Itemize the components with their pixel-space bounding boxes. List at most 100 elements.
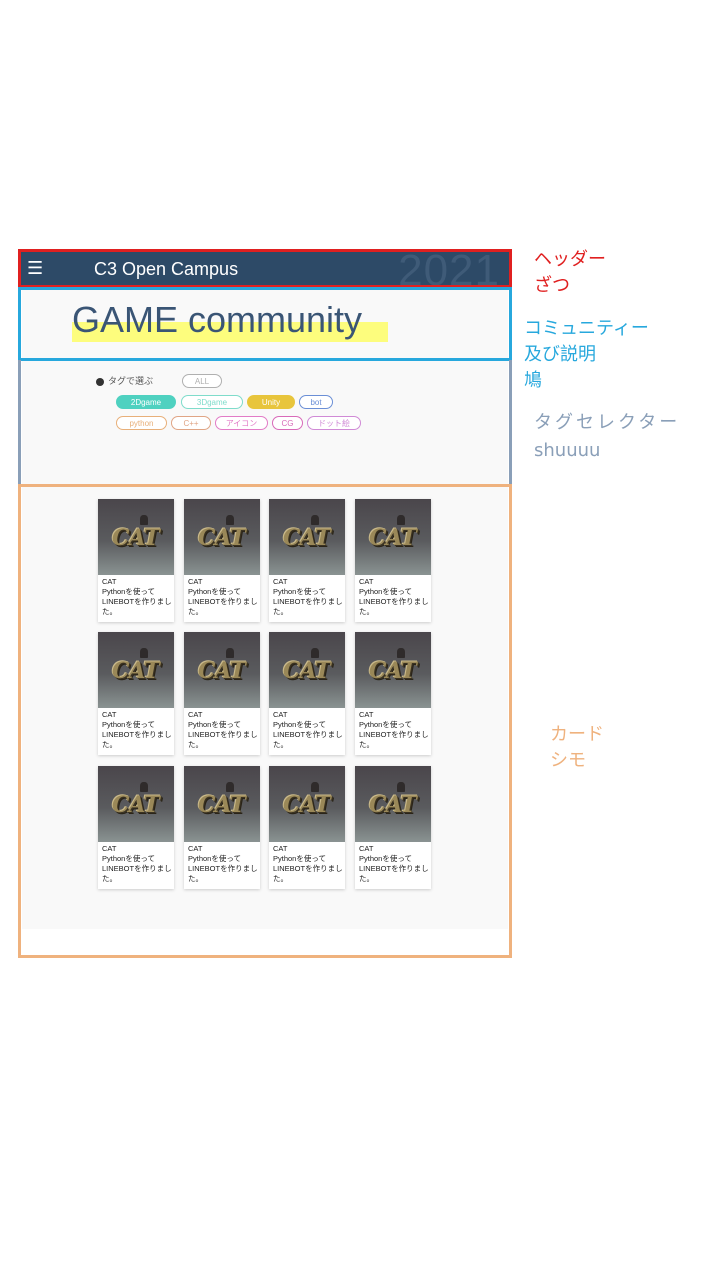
cat-silhouette-icon [226, 782, 234, 792]
header-year: 2021 [398, 252, 500, 286]
hamburger-menu-icon[interactable]: ☰ [27, 256, 43, 280]
card-title: CAT [359, 844, 374, 853]
card-title: CAT [273, 844, 288, 853]
thumbnail-logo-text: CAT [369, 525, 417, 551]
card-title: CAT [188, 710, 203, 719]
card-title: CAT [359, 577, 374, 586]
project-card[interactable]: CAT CAT Pythonを使ってLINEBOTを作りました。 [269, 499, 345, 622]
community-note-line: コミュニティー [524, 318, 649, 339]
cat-silhouette-icon [311, 515, 319, 525]
project-card[interactable]: CAT CAT Pythonを使ってLINEBOTを作りました。 [269, 766, 345, 889]
project-card[interactable]: CAT CAT Pythonを使ってLINEBOTを作りました。 [269, 632, 345, 755]
card-description: Pythonを使ってLINEBOTを作りました。 [359, 720, 429, 749]
card-title: CAT [102, 844, 117, 853]
card-title: CAT [102, 577, 117, 586]
community-note-line: 及び説明 [524, 344, 596, 365]
thumbnail-logo-text: CAT [198, 525, 246, 551]
card-text: CAT Pythonを使ってLINEBOTを作りました。 [102, 844, 172, 884]
card-description: Pythonを使ってLINEBOTを作りました。 [273, 587, 343, 616]
project-card[interactable]: CAT CAT Pythonを使ってLINEBOTを作りました。 [355, 766, 431, 889]
tag-bot[interactable]: bot [299, 395, 333, 409]
tag-unity[interactable]: Unity [247, 395, 295, 409]
card-title: CAT [188, 577, 203, 586]
project-card[interactable]: CAT CAT Pythonを使ってLINEBOTを作りました。 [184, 766, 260, 889]
card-description: Pythonを使ってLINEBOTを作りました。 [102, 587, 172, 616]
tag-3dgame[interactable]: 3Dgame [181, 395, 243, 409]
card-text: CAT Pythonを使ってLINEBOTを作りました。 [102, 710, 172, 750]
card-thumbnail: CAT [269, 632, 345, 708]
cards-note: カード シモ [550, 722, 604, 774]
card-thumbnail: CAT [184, 499, 260, 575]
cat-silhouette-icon [397, 515, 405, 525]
tag-all[interactable]: ALL [182, 374, 222, 388]
cat-silhouette-icon [311, 648, 319, 658]
bullet-icon [96, 377, 104, 386]
community-title: GAME community [72, 299, 363, 340]
cat-silhouette-icon [226, 515, 234, 525]
card-thumbnail: CAT [355, 499, 431, 575]
cat-silhouette-icon [397, 648, 405, 658]
thumbnail-logo-text: CAT [198, 658, 246, 684]
card-text: CAT Pythonを使ってLINEBOTを作りました。 [188, 577, 258, 617]
card-text: CAT Pythonを使ってLINEBOTを作りました。 [102, 577, 172, 617]
card-title: CAT [188, 844, 203, 853]
thumbnail-logo-text: CAT [369, 658, 417, 684]
tags-note-line: shuuuu [534, 440, 601, 461]
tag-selector-heading: タグで選ぶ [96, 375, 153, 387]
header-note-line: ざつ [534, 275, 570, 296]
card-description: Pythonを使ってLINEBOTを作りました。 [188, 720, 258, 749]
cards-note-line: カード [550, 724, 604, 745]
tag-アイコン[interactable]: アイコン [215, 416, 268, 430]
tags-note: タグセレクター shuuuu [534, 409, 680, 465]
card-text: CAT Pythonを使ってLINEBOTを作りました。 [188, 844, 258, 884]
project-card[interactable]: CAT CAT Pythonを使ってLINEBOTを作りました。 [98, 766, 174, 889]
project-card[interactable]: CAT CAT Pythonを使ってLINEBOTを作りました。 [184, 499, 260, 622]
project-card[interactable]: CAT CAT Pythonを使ってLINEBOTを作りました。 [355, 499, 431, 622]
cat-silhouette-icon [140, 515, 148, 525]
tag-python[interactable]: python [116, 416, 167, 430]
card-text: CAT Pythonを使ってLINEBOTを作りました。 [188, 710, 258, 750]
card-text: CAT Pythonを使ってLINEBOTを作りました。 [273, 577, 343, 617]
card-thumbnail: CAT [98, 766, 174, 842]
card-text: CAT Pythonを使ってLINEBOTを作りました。 [359, 844, 429, 884]
site-title[interactable]: C3 Open Campus [94, 258, 238, 280]
project-card[interactable]: CAT CAT Pythonを使ってLINEBOTを作りました。 [184, 632, 260, 755]
card-title: CAT [273, 577, 288, 586]
thumbnail-logo-text: CAT [283, 525, 331, 551]
card-description: Pythonを使ってLINEBOTを作りました。 [273, 854, 343, 883]
project-card[interactable]: CAT CAT Pythonを使ってLINEBOTを作りました。 [98, 632, 174, 755]
card-thumbnail: CAT [355, 766, 431, 842]
cards-note-line: シモ [550, 750, 586, 771]
thumbnail-logo-text: CAT [112, 658, 160, 684]
community-note: コミュニティー 及び説明 鳩 [524, 316, 649, 394]
card-text: CAT Pythonを使ってLINEBOTを作りました。 [359, 710, 429, 750]
cat-silhouette-icon [140, 648, 148, 658]
card-text: CAT Pythonを使ってLINEBOTを作りました。 [273, 844, 343, 884]
card-title: CAT [102, 710, 117, 719]
thumbnail-logo-text: CAT [112, 792, 160, 818]
header-note-line: ヘッダー [534, 249, 606, 270]
tag-cg[interactable]: CG [272, 416, 303, 430]
tag-c++[interactable]: C++ [171, 416, 211, 430]
card-description: Pythonを使ってLINEBOTを作りました。 [359, 587, 429, 616]
app-header: ☰ C3 Open Campus 2021 [20, 252, 510, 286]
project-card[interactable]: CAT CAT Pythonを使ってLINEBOTを作りました。 [355, 632, 431, 755]
community-section: GAME community [22, 288, 508, 359]
card-thumbnail: CAT [98, 499, 174, 575]
cat-silhouette-icon [226, 648, 234, 658]
app-mockup: ☰ C3 Open Campus 2021 GAME community タグで… [20, 250, 510, 955]
thumbnail-logo-text: CAT [283, 792, 331, 818]
tag-2dgame[interactable]: 2Dgame [116, 395, 176, 409]
card-thumbnail: CAT [184, 632, 260, 708]
card-title: CAT [359, 710, 374, 719]
card-thumbnail: CAT [269, 499, 345, 575]
thumbnail-logo-text: CAT [283, 658, 331, 684]
card-description: Pythonを使ってLINEBOTを作りました。 [188, 854, 258, 883]
project-card[interactable]: CAT CAT Pythonを使ってLINEBOTを作りました。 [98, 499, 174, 622]
card-description: Pythonを使ってLINEBOTを作りました。 [359, 854, 429, 883]
tag-ドット絵[interactable]: ドット絵 [307, 416, 361, 430]
tags-note-line: タグセレクター [534, 412, 681, 433]
card-description: Pythonを使ってLINEBOTを作りました。 [273, 720, 343, 749]
card-text: CAT Pythonを使ってLINEBOTを作りました。 [359, 577, 429, 617]
card-title: CAT [273, 710, 288, 719]
